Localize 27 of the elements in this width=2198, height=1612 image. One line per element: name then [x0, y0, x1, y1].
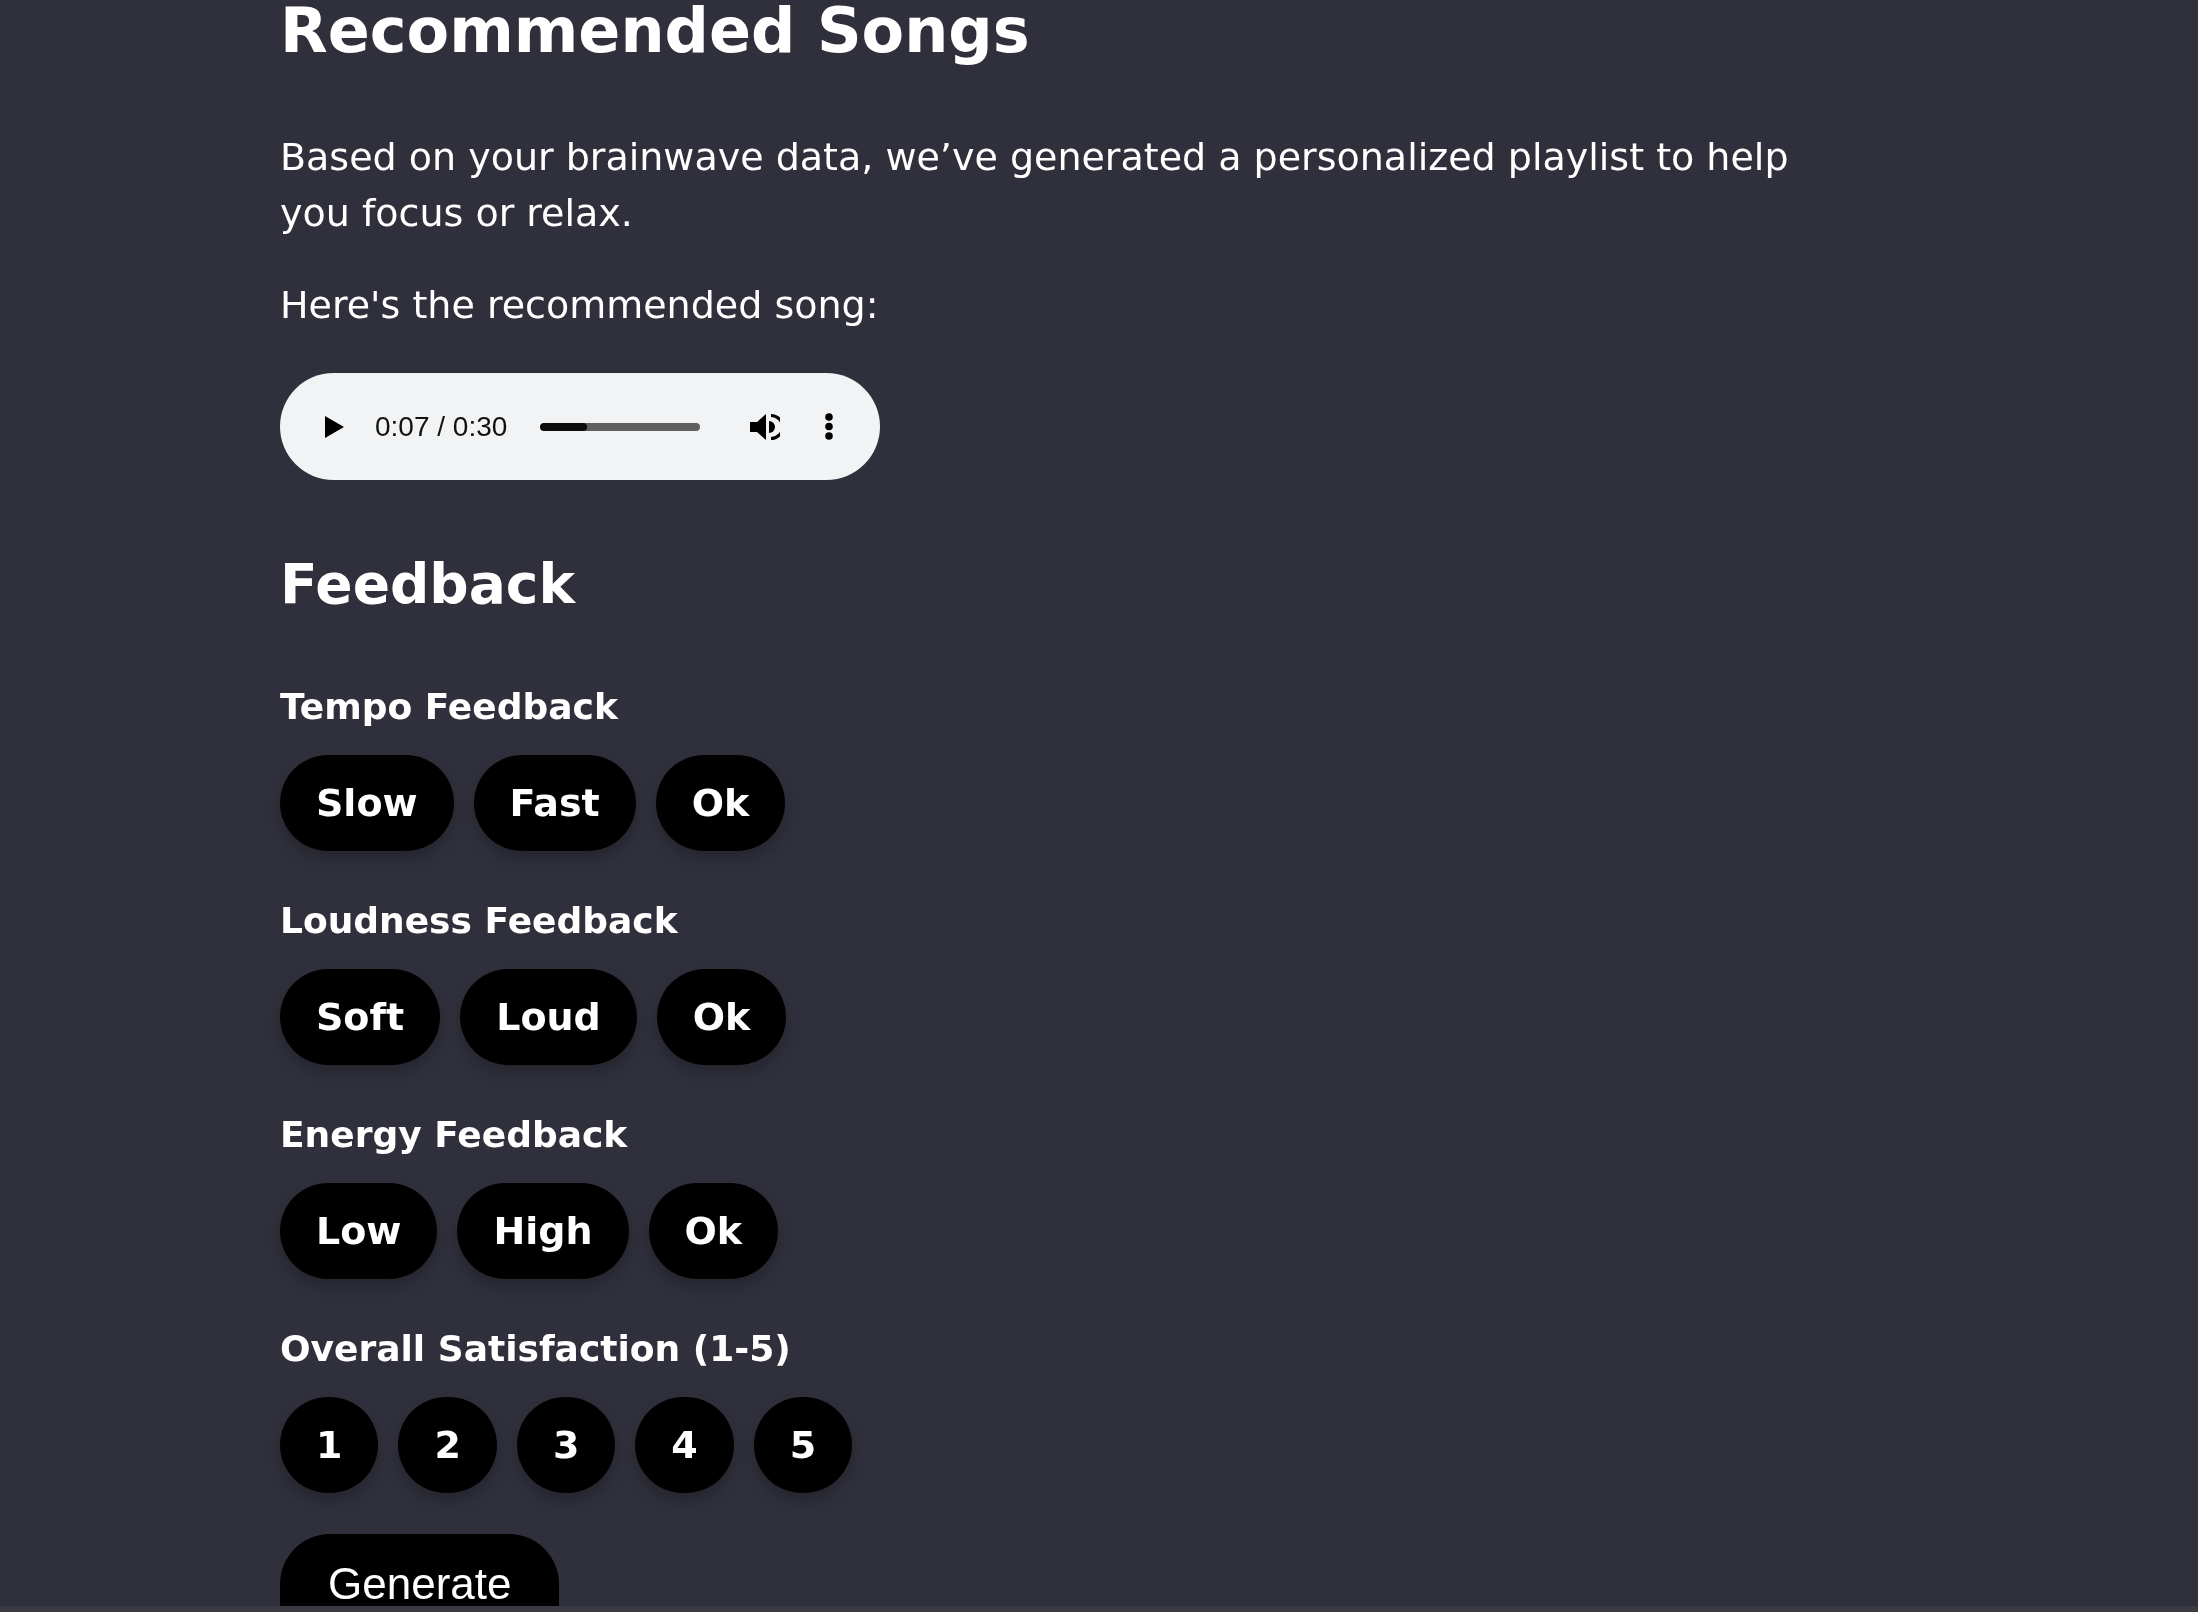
option-button[interactable]: 1: [280, 1397, 379, 1493]
option-button[interactable]: Low: [280, 1183, 438, 1279]
group-label: Energy Feedback: [280, 1117, 628, 1153]
group-label: Overall Satisfaction (1-5): [280, 1331, 791, 1367]
option-button[interactable]: Fast: [473, 755, 636, 851]
volume-icon[interactable]: [750, 411, 781, 442]
intro-text: Based on your brainwave data, we’ve generated a personalized playlist to help you focus or relax.: [280, 134, 1790, 237]
group-label: Tempo Feedback: [280, 689, 618, 725]
option-button[interactable]: Ok: [655, 755, 786, 851]
option-button[interactable]: Ok: [656, 969, 787, 1065]
play-icon[interactable]: [325, 415, 344, 438]
option-button[interactable]: 4: [635, 1397, 734, 1493]
option-button[interactable]: Loud: [460, 969, 637, 1065]
option-button[interactable]: 2: [398, 1397, 497, 1493]
option-button[interactable]: High: [457, 1183, 629, 1279]
section-heading: Feedback: [280, 557, 575, 612]
option-button[interactable]: 3: [516, 1397, 616, 1493]
song-prompt: Here's the recommended song:: [280, 282, 879, 329]
time-display: 0:07 / 0:30: [375, 410, 508, 443]
group-label: Loudness Feedback: [280, 903, 678, 939]
generate-button[interactable]: Generate: [280, 1534, 560, 1606]
more-options-icon[interactable]: [825, 413, 834, 440]
option-button[interactable]: 5: [753, 1397, 853, 1493]
option-button[interactable]: Soft: [280, 969, 441, 1065]
option-button[interactable]: Ok: [648, 1183, 779, 1279]
option-button[interactable]: Slow: [280, 755, 454, 851]
progress-track[interactable]: [540, 422, 701, 431]
